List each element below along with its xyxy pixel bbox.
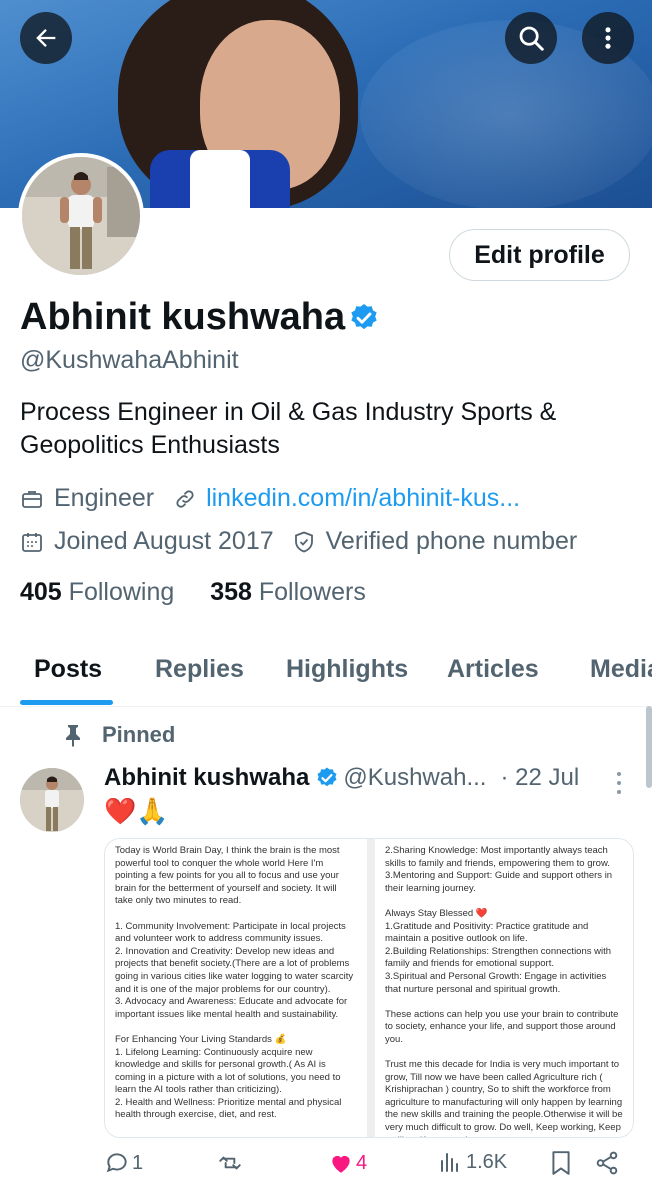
following-label: Following — [68, 578, 175, 606]
post-time[interactable]: · 22 Jul — [500, 764, 579, 792]
post-actions: 1 4 1.6K — [104, 1150, 624, 1184]
avatar-photo — [22, 157, 140, 275]
verified-badge-icon — [351, 304, 377, 330]
profile-meta-row-1: Engineer linkedin.com/in/abhinit-kus... — [20, 484, 520, 513]
calendar-icon — [20, 530, 44, 554]
post-more-icon[interactable] — [612, 770, 626, 796]
like-button[interactable]: 4 — [328, 1150, 367, 1176]
arrow-left-icon — [36, 29, 56, 47]
profile-job: Engineer — [54, 484, 155, 512]
shield-check-icon — [292, 530, 316, 554]
profile-avatar[interactable] — [18, 153, 144, 279]
profile-meta-row-2: Joined August 2017 Verified phone number — [20, 527, 577, 556]
more-vertical-icon — [605, 27, 611, 49]
pin-icon — [62, 723, 84, 747]
tab-replies[interactable]: Replies — [155, 655, 244, 684]
post-author-name[interactable]: Abhinit kushwaha — [104, 764, 309, 792]
tab-posts[interactable]: Posts — [34, 655, 102, 684]
repost-icon — [219, 1156, 241, 1170]
like-count: 4 — [356, 1151, 368, 1174]
profile-link[interactable]: linkedin.com/in/abhinit-kus... — [206, 484, 520, 513]
profile-handle: @KushwahaAbhinit — [20, 346, 239, 374]
more-options-button[interactable] — [582, 12, 634, 64]
repost-button[interactable] — [216, 1150, 244, 1176]
share-icon — [596, 1151, 618, 1175]
followers-count: 358 — [210, 578, 252, 606]
view-count: 1.6K — [466, 1150, 508, 1173]
briefcase-icon — [20, 487, 44, 511]
search-button[interactable] — [505, 12, 557, 64]
post-image[interactable]: Today is World Brain Day, I think the br… — [104, 838, 634, 1138]
bookmark-button[interactable] — [550, 1150, 572, 1176]
banner-photo-collar — [190, 150, 250, 208]
reply-button[interactable]: 1 — [104, 1150, 143, 1176]
verified-badge-icon — [317, 767, 337, 787]
reply-count: 1 — [132, 1151, 144, 1174]
following-count: 405 — [20, 578, 62, 606]
profile-joined: Joined August 2017 — [54, 527, 274, 555]
pinned-indicator: Pinned — [62, 722, 175, 748]
followers-label: Followers — [258, 578, 366, 606]
post-image-right-page: 2.Sharing Knowledge: Most importantly al… — [375, 839, 633, 1137]
profile-bio: Process Engineer in Oil & Gas Industry S… — [20, 398, 557, 459]
reply-icon — [106, 1153, 127, 1173]
post-avatar-photo — [20, 768, 84, 832]
post-text: ❤️🙏 — [104, 796, 169, 826]
tab-media[interactable]: Media — [590, 655, 652, 684]
search-icon — [519, 26, 544, 51]
share-button[interactable] — [594, 1150, 620, 1176]
post-author-avatar[interactable] — [20, 768, 84, 832]
followers-link[interactable]: 358 Followers — [210, 578, 366, 606]
views-button[interactable]: 1.6K — [438, 1150, 507, 1174]
heart-filled-icon — [332, 1155, 350, 1173]
profile-verified-phone: Verified phone number — [325, 527, 578, 555]
analytics-icon — [441, 1153, 458, 1172]
post-image-left-page: Today is World Brain Day, I think the br… — [105, 839, 367, 1137]
post-author-handle[interactable]: @Kushwah... — [343, 764, 486, 792]
pinned-label: Pinned — [102, 722, 176, 747]
profile-name: Abhinit kushwaha — [20, 296, 346, 338]
scrollbar[interactable] — [646, 706, 652, 788]
bookmark-icon — [552, 1151, 570, 1175]
following-link[interactable]: 405 Following — [20, 578, 174, 606]
follow-counts: 405 Following 358 Followers — [20, 578, 366, 607]
profile-tabs: Posts Replies Highlights Articles Media — [0, 640, 652, 707]
active-tab-indicator — [20, 700, 113, 705]
edit-profile-button[interactable]: Edit profile — [449, 229, 630, 281]
back-button[interactable] — [20, 12, 72, 64]
link-icon — [174, 488, 196, 510]
tab-highlights[interactable]: Highlights — [286, 655, 408, 684]
post-header: Abhinit kushwaha @Kushwah... · 22 Jul — [104, 764, 579, 792]
tab-articles[interactable]: Articles — [447, 655, 539, 684]
